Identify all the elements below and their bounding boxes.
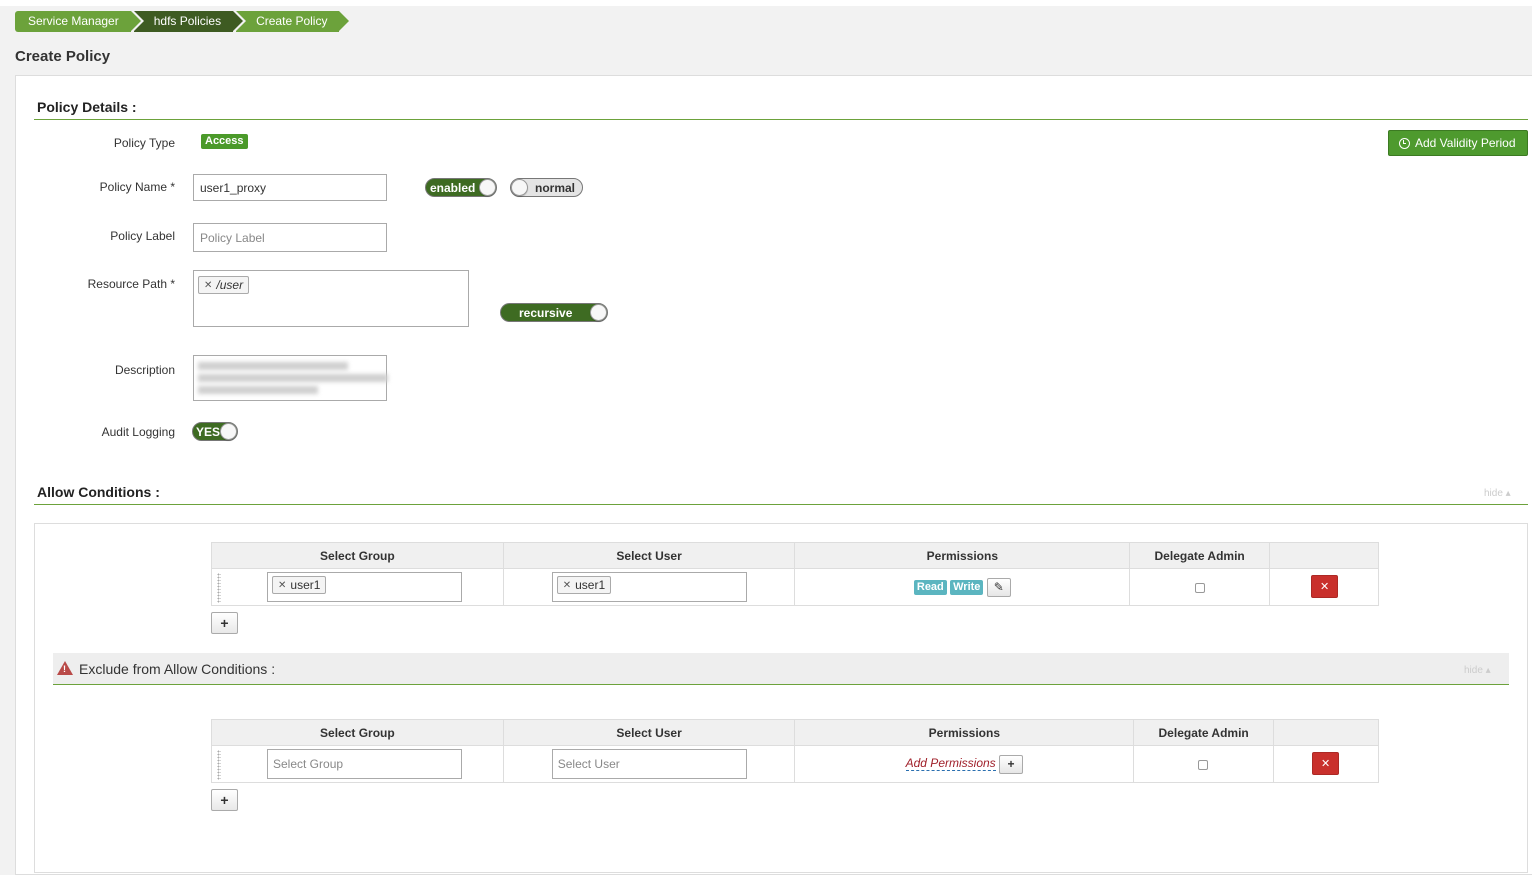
remove-row-button[interactable]: ✕ (1312, 752, 1340, 775)
delegate-admin-cell (1129, 568, 1271, 606)
column-header: Select User (502, 719, 796, 746)
redacted-text (198, 386, 318, 394)
resource-path-label: Resource Path * (87, 277, 175, 291)
user-cell: ✕ user1 (502, 568, 796, 606)
allow-conditions-title: Allow Conditions : (37, 484, 160, 500)
policy-name-label: Policy Name * (99, 180, 175, 194)
action-cell: ✕ (1273, 745, 1379, 783)
add-exclude-row-button[interactable]: + (211, 789, 238, 811)
warning-icon-mark: ! (63, 664, 66, 674)
drag-handle-icon[interactable] (217, 573, 221, 603)
action-cell: ✕ (1269, 568, 1379, 606)
permission-write-badge: Write (950, 580, 984, 596)
policy-label-label: Policy Label (110, 229, 175, 243)
column-header (1269, 542, 1379, 569)
policy-type-badge: Access (201, 134, 248, 149)
breadcrumb: Service Manager hdfs Policies Create Pol… (15, 11, 350, 32)
page-title: Create Policy (15, 48, 111, 65)
edit-pencil-icon[interactable]: ✎ (986, 577, 1011, 597)
recursive-toggle-label: recursive (519, 305, 573, 320)
normal-toggle[interactable]: normal (510, 178, 583, 197)
policy-label-input[interactable]: Policy Label (193, 223, 387, 252)
plus-icon[interactable]: + (999, 754, 1024, 774)
user-cell: Select User (502, 745, 796, 783)
column-header: Delegate Admin (1129, 542, 1271, 569)
enabled-toggle-label: enabled (430, 180, 476, 195)
column-header: Delegate Admin (1133, 719, 1275, 746)
exclude-conditions-table: Select Group Select User Permissions Del… (211, 719, 1379, 783)
user-tag-label: user1 (575, 578, 606, 592)
allow-conditions-table: Select Group Select User Permissions Del… (211, 542, 1379, 606)
delegate-admin-checkbox[interactable] (1195, 583, 1206, 593)
toggle-knob (590, 304, 607, 321)
recursive-toggle[interactable]: recursive (500, 303, 608, 322)
breadcrumb-create-policy: Create Policy (236, 11, 350, 32)
remove-row-button[interactable]: ✕ (1311, 575, 1339, 598)
drag-handle-icon[interactable] (217, 750, 221, 780)
resource-path-tag[interactable]: ✕ /user (198, 276, 250, 294)
add-validity-period-button[interactable]: Add Validity Period (1388, 130, 1528, 156)
policy-name-input[interactable]: user1_proxy (193, 174, 387, 201)
resource-path-tag-label: /user (216, 278, 244, 292)
toggle-knob (511, 179, 528, 196)
clock-icon (1399, 137, 1410, 149)
delegate-admin-checkbox[interactable] (1198, 760, 1209, 770)
group-cell: ✕ user1 (211, 568, 504, 606)
toggle-knob (479, 179, 496, 196)
permissions-cell: Add Permissions + (794, 745, 1135, 783)
permission-read-badge: Read (913, 580, 947, 596)
delegate-admin-cell (1133, 745, 1275, 783)
group-tag-label: user1 (290, 578, 321, 592)
breadcrumb-service-manager[interactable]: Service Manager (15, 11, 141, 32)
column-header: Permissions (794, 719, 1135, 746)
audit-logging-toggle[interactable]: YES (192, 422, 238, 441)
select-group-input[interactable]: Select Group (267, 749, 462, 779)
remove-x-icon[interactable]: ✕ (278, 580, 286, 591)
exclude-conditions-hide-link[interactable]: hide ▴ (1464, 665, 1491, 676)
description-label: Description (114, 363, 175, 377)
toggle-knob (220, 423, 237, 440)
section-divider (34, 504, 1528, 505)
table-row: ✕ user1 ✕ user1 Read Write ✎ ✕ (211, 568, 1379, 606)
column-header: Permissions (794, 542, 1131, 569)
column-header: Select User (502, 542, 796, 569)
exclude-conditions-title: Exclude from Allow Conditions : (79, 661, 276, 677)
section-divider (34, 119, 1528, 120)
remove-x-icon[interactable]: ✕ (563, 580, 571, 591)
breadcrumb-hdfs-policies[interactable]: hdfs Policies (133, 11, 244, 32)
add-validity-period-label: Add Validity Period (1415, 136, 1516, 150)
audit-logging-label: Audit Logging (101, 425, 175, 439)
select-user-input[interactable]: Select User (551, 749, 747, 779)
audit-logging-toggle-label: YES (196, 424, 221, 439)
table-row: Select Group Select User Add Permissions… (211, 745, 1379, 783)
group-tag[interactable]: ✕ user1 (272, 576, 327, 594)
add-allow-row-button[interactable]: + (211, 612, 238, 634)
add-permissions-link[interactable]: Add Permissions (905, 756, 996, 772)
policy-details-title: Policy Details : (37, 99, 137, 115)
policy-type-label: Policy Type (113, 136, 175, 150)
allow-conditions-hide-link[interactable]: hide ▴ (1484, 488, 1511, 499)
top-strip (0, 0, 1532, 6)
group-cell: Select Group (211, 745, 504, 783)
column-header (1273, 719, 1379, 746)
redacted-text (198, 362, 348, 370)
redacted-text (198, 374, 388, 382)
column-header: Select Group (211, 719, 504, 746)
remove-x-icon[interactable]: ✕ (204, 280, 212, 291)
enabled-toggle[interactable]: enabled (425, 178, 497, 197)
user-tag[interactable]: ✕ user1 (556, 576, 612, 594)
column-header: Select Group (211, 542, 504, 569)
permissions-cell: Read Write ✎ (794, 568, 1131, 606)
